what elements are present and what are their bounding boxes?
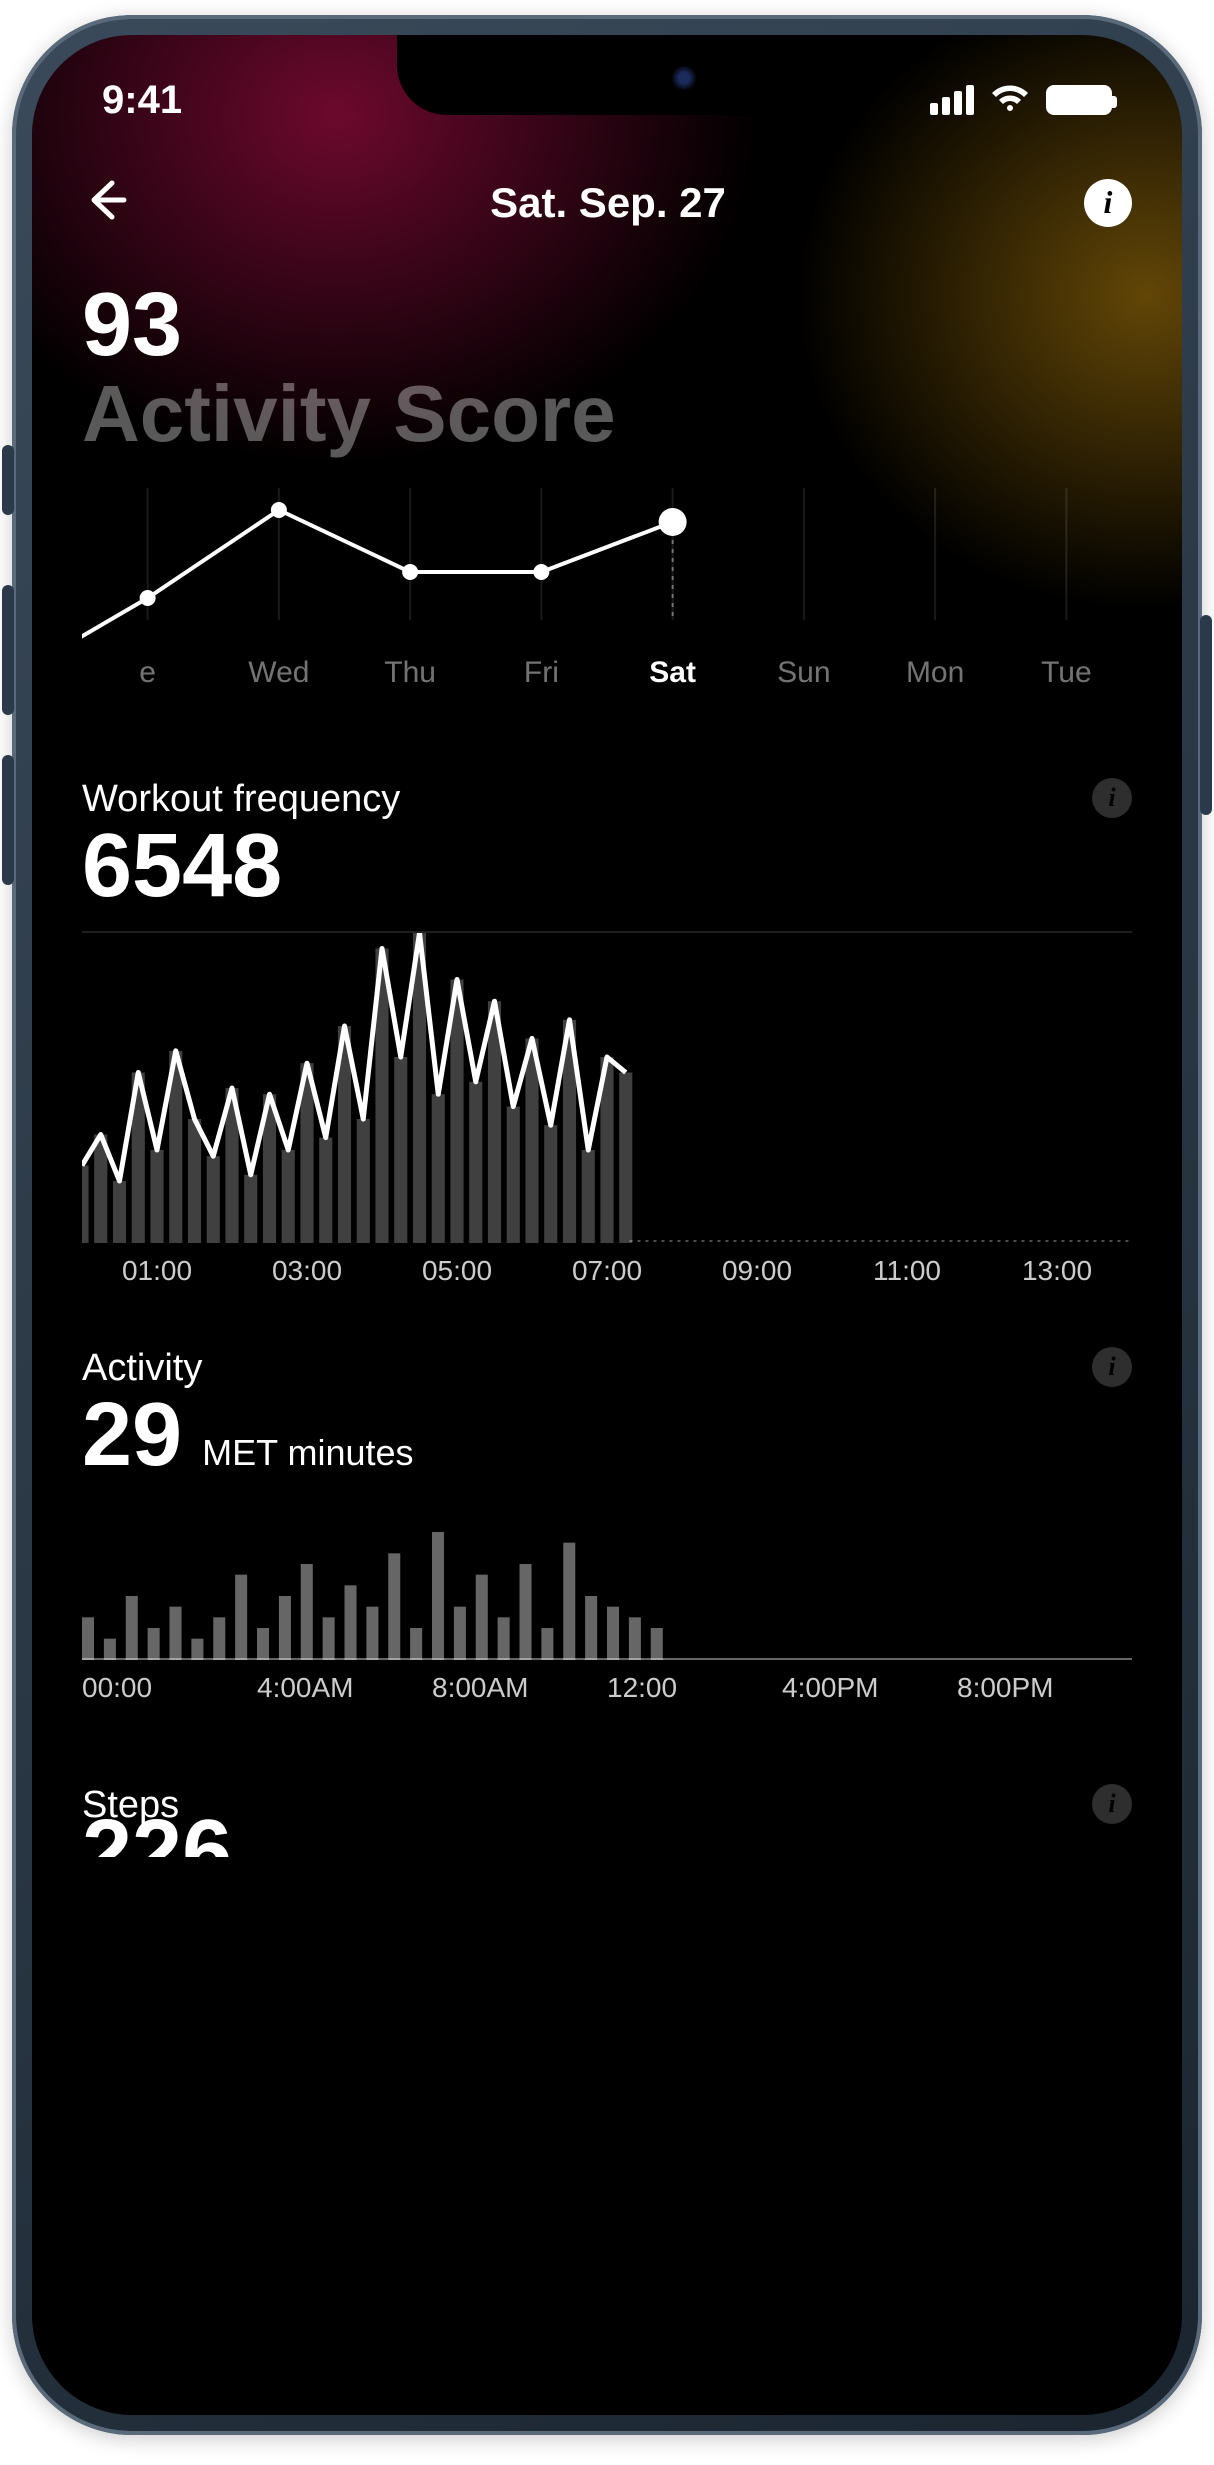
volume-up-button xyxy=(2,585,14,715)
workout-frequency-title: Workout frequency xyxy=(82,778,400,821)
status-time: 9:41 xyxy=(102,78,182,123)
back-button[interactable] xyxy=(82,175,132,230)
notch xyxy=(397,35,817,115)
workout-frequency-section: Workout frequency i 6548 01:0003:0005:00… xyxy=(32,718,1182,1287)
battery-icon xyxy=(1046,85,1112,115)
hero: 93 Activity Score eWedThuFriSatSunMonTue xyxy=(32,260,1182,718)
activity-score-label: Activity Score xyxy=(82,370,1132,458)
activity-chart-svg xyxy=(82,1500,1132,1660)
info-icon: i xyxy=(1108,1352,1115,1382)
power-button xyxy=(1200,615,1212,815)
workout-x-ticks: 01:0003:0005:0007:0009:0011:0013:00 xyxy=(82,1255,1132,1287)
cellular-icon xyxy=(930,85,974,115)
phone-frame: 9:41 Sat. Sep. 27 i 93 A xyxy=(12,15,1202,2435)
activity-score-value: 93 xyxy=(82,280,1132,370)
activity-section: Activity i 29 MET minutes 00:004:00AM8:0… xyxy=(32,1287,1182,1704)
workout-frequency-chart[interactable]: 01:0003:0005:0007:0009:0011:0013:00 xyxy=(82,931,1132,1287)
info-icon: i xyxy=(1104,184,1113,221)
info-icon: i xyxy=(1108,783,1115,813)
day-axis-labels: eWedThuFriSatSunMonTue xyxy=(82,656,1132,690)
workout-info-button[interactable]: i xyxy=(1092,778,1132,818)
nav-bar: Sat. Sep. 27 i xyxy=(32,145,1182,260)
workout-frequency-value: 6548 xyxy=(82,821,1132,911)
score-trend-chart[interactable]: eWedThuFriSatSunMonTue xyxy=(82,478,1132,718)
steps-section: Steps i 226 xyxy=(32,1704,1182,1857)
steps-value-partial: 226 xyxy=(82,1807,1132,1857)
sparkline-svg xyxy=(82,478,1132,648)
wifi-icon xyxy=(990,85,1030,115)
side-button xyxy=(2,445,14,515)
activity-title: Activity xyxy=(82,1347,202,1390)
status-icons xyxy=(930,85,1112,115)
activity-x-ticks: 00:004:00AM8:00AM12:004:00PM8:00PM xyxy=(82,1672,1132,1704)
activity-unit: MET minutes xyxy=(202,1432,413,1474)
arrow-left-icon xyxy=(82,175,132,225)
screen: 9:41 Sat. Sep. 27 i 93 A xyxy=(32,35,1182,2415)
workout-chart-svg xyxy=(82,933,1132,1243)
page-title: Sat. Sep. 27 xyxy=(490,179,726,227)
volume-down-button xyxy=(2,755,14,885)
activity-value: 29 xyxy=(82,1390,182,1480)
activity-chart[interactable]: 00:004:00AM8:00AM12:004:00PM8:00PM xyxy=(82,1500,1132,1704)
activity-info-button[interactable]: i xyxy=(1092,1347,1132,1387)
steps-info-button[interactable]: i xyxy=(1092,1784,1132,1824)
info-icon: i xyxy=(1108,1789,1115,1819)
info-button[interactable]: i xyxy=(1084,179,1132,227)
